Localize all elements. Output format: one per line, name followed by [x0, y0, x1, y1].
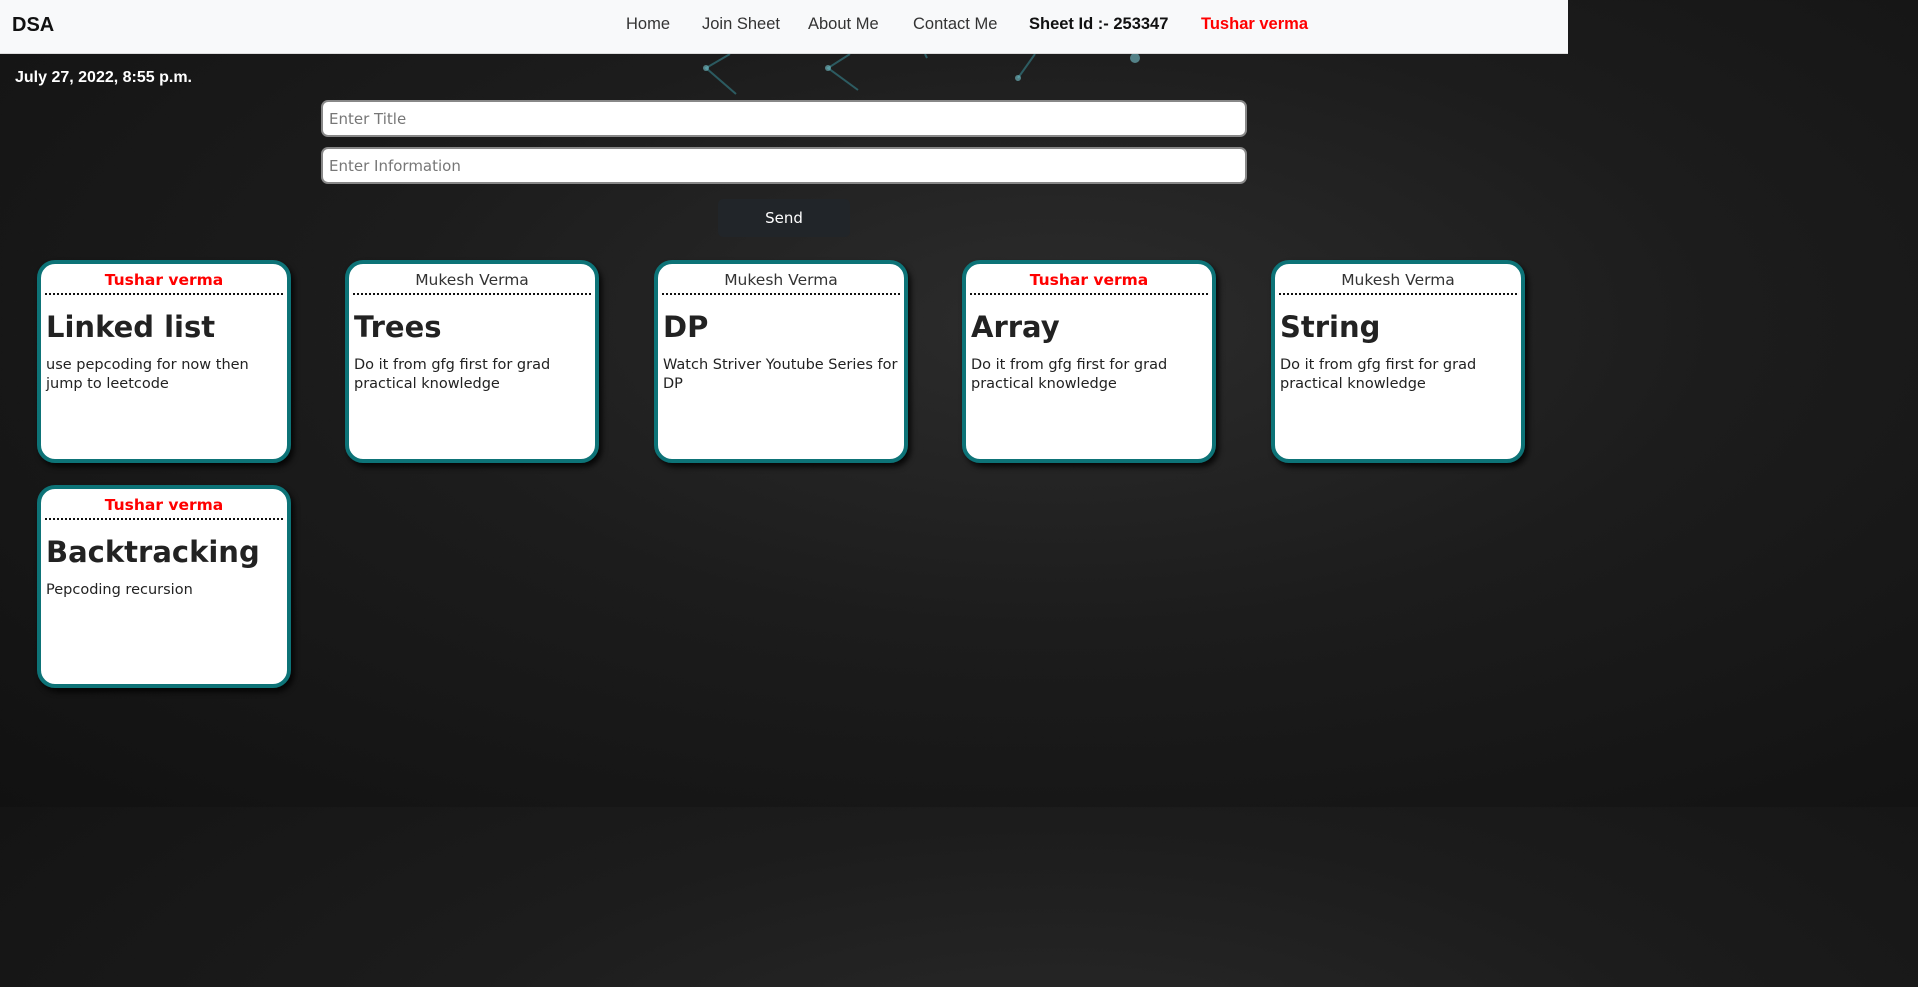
card-info: Do it from gfg first for grad practical … — [971, 357, 1168, 392]
card-author: Tushar verma — [45, 271, 283, 295]
card-title: String — [1280, 310, 1381, 344]
nav-links: Home Join Sheet About Me Contact Me Shee… — [0, 15, 1568, 37]
card-info: Pepcoding recursion — [46, 582, 193, 598]
note-card[interactable]: Mukesh Verma String Do it from gfg first… — [1271, 260, 1525, 463]
note-card[interactable]: Tushar verma Array Do it from gfg first … — [962, 260, 1216, 463]
card-title: Trees — [354, 310, 442, 344]
title-input[interactable] — [321, 100, 1247, 137]
note-card[interactable]: Mukesh Verma Trees Do it from gfg first … — [345, 260, 599, 463]
note-card[interactable]: Tushar verma Backtracking Pepcoding recu… — [37, 485, 291, 688]
card-author: Mukesh Verma — [353, 271, 591, 295]
sheet-id-label: Sheet Id :- 253347 — [1029, 15, 1169, 33]
send-button[interactable]: Send — [718, 199, 850, 237]
card-author: Tushar verma — [970, 271, 1208, 295]
user-name-label: Tushar verma — [1201, 15, 1308, 33]
navbar: DSA Home Join Sheet About Me Contact Me … — [0, 0, 1568, 54]
nav-home-link[interactable]: Home — [626, 15, 670, 34]
current-date: July 27, 2022, 8:55 p.m. — [15, 69, 192, 86]
nav-about-me-link[interactable]: About Me — [808, 15, 879, 34]
note-card[interactable]: Tushar verma Linked list use pepcoding f… — [37, 260, 291, 463]
card-author: Mukesh Verma — [1279, 271, 1517, 295]
card-info: Watch Striver Youtube Series for DP — [663, 357, 898, 392]
note-card[interactable]: Mukesh Verma DP Watch Striver Youtube Se… — [654, 260, 908, 463]
card-info: use pepcoding for now then jump to leetc… — [46, 357, 249, 392]
card-title: DP — [663, 310, 709, 344]
card-author: Mukesh Verma — [662, 271, 900, 295]
card-title: Array — [971, 310, 1060, 344]
card-author: Tushar verma — [45, 496, 283, 520]
nav-contact-me-link[interactable]: Contact Me — [913, 15, 997, 34]
nav-join-sheet-link[interactable]: Join Sheet — [702, 15, 780, 34]
card-title: Linked list — [46, 310, 216, 344]
card-info: Do it from gfg first for grad practical … — [354, 357, 551, 392]
card-info: Do it from gfg first for grad practical … — [1280, 357, 1477, 392]
card-title: Backtracking — [46, 535, 260, 569]
information-input[interactable] — [321, 147, 1247, 184]
